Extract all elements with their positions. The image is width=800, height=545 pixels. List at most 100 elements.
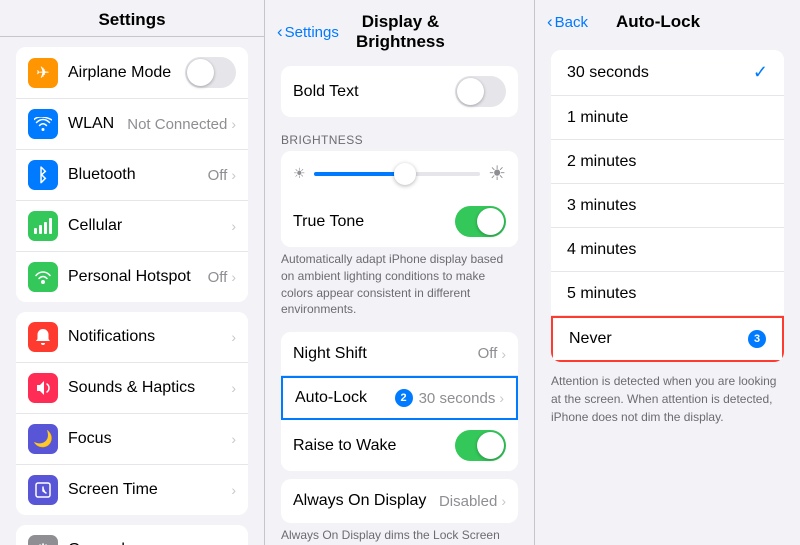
general-label: General	[68, 541, 231, 545]
back-chevron-icon: ‹	[277, 22, 283, 42]
sounds-icon	[28, 373, 58, 403]
mid-settings-group: Notifications › Sounds & Haptics › 🌙 Foc…	[16, 312, 248, 515]
true-tone-desc: Automatically adapt iPhone display based…	[265, 247, 534, 326]
settings-item-airplane[interactable]: ✈ Airplane Mode	[16, 47, 248, 99]
settings-item-general[interactable]: ⚙ General ›	[16, 525, 248, 545]
bluetooth-label: Bluetooth	[68, 166, 208, 184]
night-shift-value: Off	[478, 345, 498, 362]
night-shift-label: Night Shift	[293, 345, 478, 363]
settings-item-bluetooth[interactable]: ᛒ Bluetooth Off ›	[16, 150, 248, 201]
notifications-chevron: ›	[231, 329, 236, 345]
notifications-label: Notifications	[68, 328, 231, 346]
right-back-chevron-icon: ‹	[547, 12, 553, 32]
top-settings-group: ✈ Airplane Mode WLAN Not Connected › ᛒ B…	[16, 47, 248, 302]
always-on-chevron: ›	[501, 493, 506, 509]
bluetooth-value: Off	[208, 167, 228, 184]
general-icon: ⚙	[28, 535, 58, 545]
raise-to-wake-label: Raise to Wake	[293, 437, 455, 455]
sounds-label: Sounds & Haptics	[68, 379, 231, 397]
always-on-desc: Always On Display dims the Lock Screen w…	[265, 523, 534, 545]
settings-item-notifications[interactable]: Notifications ›	[16, 312, 248, 363]
right-back-button[interactable]: ‹ Back	[547, 12, 588, 32]
always-on-item[interactable]: Always On Display Disabled ›	[281, 479, 518, 523]
hotspot-icon	[28, 262, 58, 292]
attention-notice: Attention is detected when you are looki…	[535, 362, 800, 436]
bold-text-card: Bold Text	[281, 66, 518, 117]
airplane-label: Airplane Mode	[68, 64, 185, 82]
settings-item-hotspot[interactable]: Personal Hotspot Off ›	[16, 252, 248, 302]
right-title: Auto-Lock	[588, 12, 728, 32]
screentime-icon	[28, 475, 58, 505]
brightness-slider[interactable]	[314, 172, 481, 176]
cellular-icon	[28, 211, 58, 241]
wlan-value: Not Connected	[127, 116, 227, 133]
focus-icon: 🌙	[28, 424, 58, 454]
always-on-card: Always On Display Disabled ›	[281, 479, 518, 523]
mid-title: Display & Brightness	[339, 12, 462, 52]
autolock-option-2m[interactable]: 2 minutes	[551, 140, 784, 184]
hotspot-chevron: ›	[231, 269, 236, 285]
screentime-chevron: ›	[231, 482, 236, 498]
mid-back-button[interactable]: ‹ Settings	[277, 22, 339, 42]
settings-item-focus[interactable]: 🌙 Focus ›	[16, 414, 248, 465]
wlan-icon	[28, 109, 58, 139]
night-shift-item[interactable]: Night Shift Off ›	[281, 332, 518, 376]
auto-lock-chevron: ›	[499, 390, 504, 406]
bold-text-label: Bold Text	[293, 83, 455, 101]
night-shift-chevron: ›	[501, 346, 506, 362]
display-brightness-panel: ‹ Settings Display & Brightness Bold Tex…	[265, 0, 535, 545]
raise-to-wake-item[interactable]: Raise to Wake	[281, 420, 518, 471]
bot-settings-group: ⚙ General › Control Center › AA Display …	[16, 525, 248, 545]
autolock-option-never[interactable]: Never 3	[551, 316, 784, 362]
brightness-section-label: BRIGHTNESS	[265, 125, 534, 151]
autolock-1m-label: 1 minute	[567, 109, 768, 127]
right-back-label: Back	[555, 14, 588, 31]
settings-item-sounds[interactable]: Sounds & Haptics ›	[16, 363, 248, 414]
bluetooth-chevron: ›	[231, 167, 236, 183]
bold-text-item[interactable]: Bold Text	[281, 66, 518, 117]
auto-lock-item[interactable]: Auto-Lock 2 30 seconds ›	[281, 376, 518, 420]
mid-nav: ‹ Settings Display & Brightness	[265, 8, 534, 54]
autolock-option-4m[interactable]: 4 minutes	[551, 228, 784, 272]
wlan-label: WLAN	[68, 115, 127, 133]
settings-item-cellular[interactable]: Cellular ›	[16, 201, 248, 252]
wlan-chevron: ›	[231, 116, 236, 132]
airplane-toggle[interactable]	[185, 57, 236, 88]
bold-text-toggle[interactable]	[455, 76, 506, 107]
focus-label: Focus	[68, 430, 231, 448]
autolock-4m-label: 4 minutes	[567, 241, 768, 259]
raise-to-wake-toggle[interactable]	[455, 430, 506, 461]
true-tone-label: True Tone	[293, 213, 455, 231]
autolock-option-1m[interactable]: 1 minute	[551, 96, 784, 140]
brightness-high-icon: ☀	[488, 161, 506, 186]
autolock-option-30s[interactable]: 30 seconds ✓	[551, 50, 784, 96]
true-tone-toggle[interactable]	[455, 206, 506, 237]
settings-item-wlan[interactable]: WLAN Not Connected ›	[16, 99, 248, 150]
brightness-row[interactable]: ☀ ☀	[281, 151, 518, 196]
auto-lock-label: Auto-Lock	[295, 389, 389, 407]
auto-lock-panel: ‹ Back Auto-Lock 30 seconds ✓ 1 minute 2…	[535, 0, 800, 545]
autolock-checkmark: ✓	[753, 62, 768, 83]
brightness-card: ☀ ☀ True Tone	[281, 151, 518, 247]
cellular-label: Cellular	[68, 217, 231, 235]
badge3: 3	[748, 330, 766, 348]
autolock-option-5m[interactable]: 5 minutes	[551, 272, 784, 316]
autolock-option-3m[interactable]: 3 minutes	[551, 184, 784, 228]
autolock-5m-label: 5 minutes	[567, 285, 768, 303]
mid-back-label: Settings	[285, 24, 339, 41]
always-on-label: Always On Display	[293, 492, 439, 510]
notifications-icon	[28, 322, 58, 352]
settings-item-screentime[interactable]: Screen Time ›	[16, 465, 248, 515]
night-shift-autolock-card: Night Shift Off › Auto-Lock 2 30 seconds…	[281, 332, 518, 471]
autolock-never-label: Never	[569, 330, 742, 348]
autolock-options-card: 30 seconds ✓ 1 minute 2 minutes 3 minute…	[551, 50, 784, 362]
badge2: 2	[395, 389, 413, 407]
hotspot-value: Off	[208, 269, 228, 286]
screentime-label: Screen Time	[68, 481, 231, 499]
mid-header: ‹ Settings Display & Brightness	[265, 0, 534, 60]
auto-lock-value: 30 seconds	[419, 390, 496, 407]
settings-panel: Settings ✈ Airplane Mode WLAN Not Connec…	[0, 0, 265, 545]
true-tone-item[interactable]: True Tone	[281, 196, 518, 247]
brightness-low-icon: ☀	[293, 165, 306, 182]
autolock-2m-label: 2 minutes	[567, 153, 768, 171]
